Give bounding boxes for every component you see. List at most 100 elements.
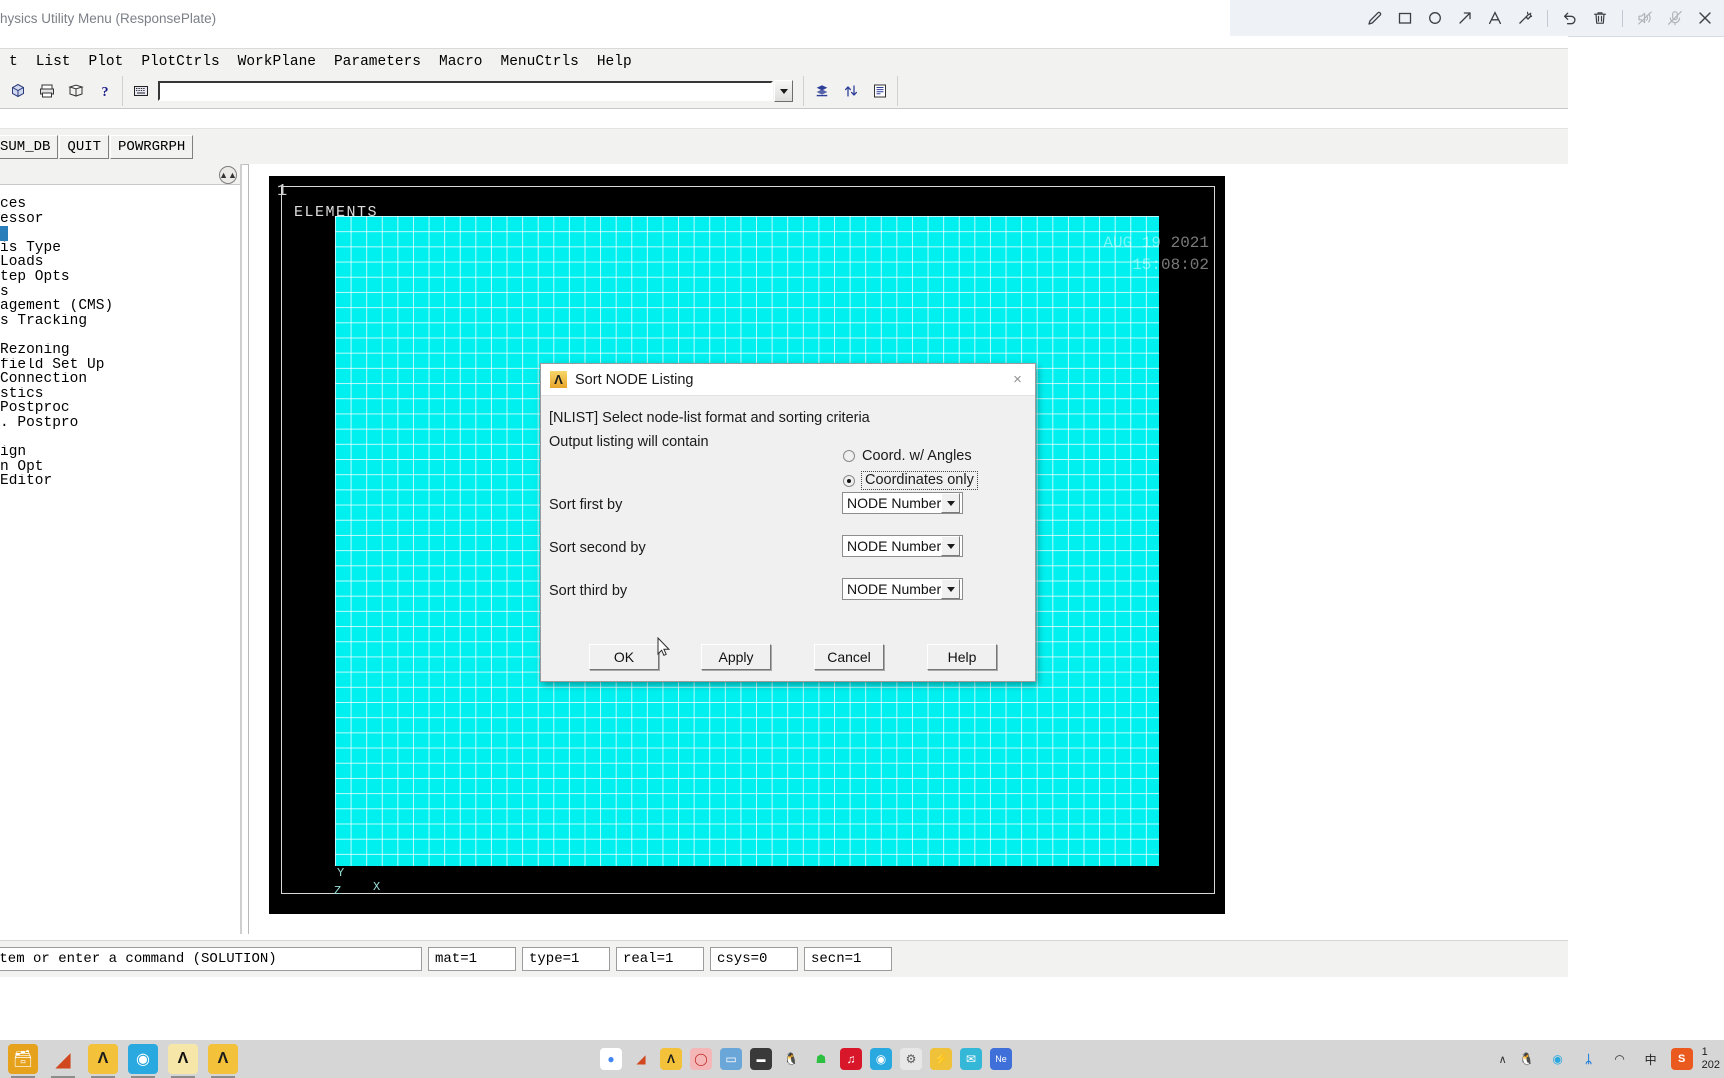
tree-item-4[interactable]: Loads [0, 255, 240, 270]
notes-icon[interactable]: Ne [990, 1048, 1012, 1070]
radio-coordinates-only[interactable]: Coordinates only [843, 471, 978, 490]
help-button[interactable]: Help [927, 644, 997, 670]
tree-item-11[interactable]: field Set Up [0, 358, 240, 373]
menu-item-plotctrls[interactable]: PlotCtrls [132, 54, 228, 70]
chevron-down-icon[interactable] [941, 579, 960, 599]
undo-icon[interactable] [1557, 5, 1583, 31]
potplayer-icon[interactable]: ◉ [128, 1044, 158, 1078]
menu-item-0[interactable]: t [0, 54, 27, 70]
tree-item-0[interactable]: ces [0, 197, 240, 212]
thunder-icon[interactable]: ⚡ [930, 1048, 952, 1070]
taskbar-clock[interactable]: 1 202 [1702, 1046, 1720, 1072]
abbr-button-powrgrph[interactable]: POWRGRPH [110, 134, 194, 159]
magic-wand-icon[interactable] [1512, 5, 1538, 31]
apply-button[interactable]: Apply [701, 644, 771, 670]
radio-coordinates-only-button[interactable] [843, 474, 855, 487]
speaker-mute-icon[interactable] [1632, 5, 1658, 31]
bluetooth-icon[interactable]: ᛦ [1578, 1048, 1600, 1070]
menu-item-workplane[interactable]: WorkPlane [229, 54, 325, 70]
qq-icon[interactable]: 🐧 [780, 1048, 802, 1070]
ansys-icon[interactable]: Λ [660, 1048, 682, 1070]
matlab-icon[interactable]: ◢ [630, 1048, 652, 1070]
report-generator-icon[interactable] [62, 77, 89, 105]
potplayer-icon[interactable]: ◉ [870, 1048, 892, 1070]
wifi-icon[interactable]: ◠ [1609, 1048, 1631, 1070]
plot-number: 1 [277, 182, 288, 201]
tree-item-15[interactable]: . Postpro [0, 416, 240, 431]
radio-coord-with-angles-button[interactable] [843, 450, 855, 462]
netease-music-icon[interactable]: ♫ [840, 1048, 862, 1070]
sort-first-by-value: NODE Number [847, 495, 942, 511]
tree-item-10[interactable]: Rezoning [0, 343, 240, 358]
microphone-mute-icon[interactable] [1662, 5, 1688, 31]
ime-icon[interactable]: 中 [1640, 1048, 1662, 1070]
contact-manager-icon[interactable] [866, 77, 893, 105]
menu-item-menuctrls[interactable]: MenuCtrls [492, 54, 588, 70]
help-icon[interactable]: ? [91, 77, 118, 105]
chrome-icon[interactable]: ● [600, 1048, 622, 1070]
arrow-icon[interactable] [1452, 5, 1478, 31]
screenshot-tool-icon[interactable]: ◯ [690, 1048, 712, 1070]
collapse-dock-icon[interactable]: ▲▲ [219, 166, 237, 184]
ok-button[interactable]: OK [589, 644, 659, 670]
terminal-icon[interactable]: ▬ [750, 1048, 772, 1070]
print-icon[interactable] [33, 77, 60, 105]
tree-item-3[interactable]: is Type [0, 241, 240, 256]
command-input-icon[interactable] [127, 77, 154, 105]
reset-picking-icon[interactable] [837, 77, 864, 105]
command-input[interactable] [158, 81, 773, 101]
abbr-button-quit[interactable]: QUIT [59, 134, 110, 159]
ellipse-icon[interactable] [1422, 5, 1448, 31]
wechat-icon[interactable]: ☗ [810, 1048, 832, 1070]
close-icon[interactable] [1692, 5, 1718, 31]
sort-third-by-select[interactable]: NODE Number [842, 578, 963, 600]
menu-item-parameters[interactable]: Parameters [325, 54, 430, 70]
tray-expand-icon[interactable]: ∧ [1499, 1053, 1507, 1066]
rectangle-icon[interactable] [1392, 5, 1418, 31]
new-analysis-icon[interactable] [4, 77, 31, 105]
abbr-button-sum-db[interactable]: SUM_DB [0, 134, 59, 159]
menu-item-help[interactable]: Help [588, 54, 641, 70]
tree-item-1[interactable]: essor [0, 212, 240, 227]
menu-item-macro[interactable]: Macro [430, 54, 492, 70]
text-icon[interactable] [1482, 5, 1508, 31]
potplayer-tray-icon[interactable]: ◉ [1547, 1048, 1569, 1070]
menu-item-list[interactable]: List [27, 54, 80, 70]
tree-item-14[interactable]: Postproc [0, 401, 240, 416]
ansys-product-launcher-icon[interactable]: Λ [208, 1044, 238, 1078]
tree-item-8[interactable]: s Tracking [0, 314, 240, 329]
command-history-dropdown-icon[interactable] [774, 80, 793, 102]
tree-item-selected[interactable] [0, 226, 8, 241]
tree-item-17[interactable]: ign [0, 445, 240, 460]
chevron-down-icon[interactable] [941, 493, 960, 513]
tree-item-19[interactable]: Editor [0, 474, 240, 489]
remote-desktop-icon[interactable]: ▭ [720, 1048, 742, 1070]
pen-icon[interactable] [1362, 5, 1388, 31]
radio-coord-with-angles[interactable]: Coord. w/ Angles [843, 448, 972, 464]
tree-item-12[interactable]: Connection [0, 372, 240, 387]
tree-item-7[interactable]: agement (CMS) [0, 299, 240, 314]
main-menu-tree: ces essor is Type Loads tep Opts s ageme… [0, 185, 240, 489]
settings-icon[interactable]: ⚙ [900, 1048, 922, 1070]
sogou-input-icon[interactable]: S [1670, 1048, 1693, 1070]
matlab-icon[interactable]: ◢ [48, 1044, 78, 1078]
chevron-down-icon[interactable] [941, 536, 960, 556]
foxmail-icon[interactable]: ✉ [960, 1048, 982, 1070]
dialog-close-icon[interactable]: × [1008, 370, 1027, 389]
dialog-title-bar[interactable]: Λ Sort NODE Listing × [541, 364, 1035, 396]
raise-hidden-icon[interactable] [808, 77, 835, 105]
qq-tray-icon[interactable]: 🐧 [1516, 1048, 1538, 1070]
menu-item-plot[interactable]: Plot [80, 54, 133, 70]
sort-first-by-select[interactable]: NODE Number [842, 492, 963, 514]
file-explorer-icon[interactable]: 🗃 [8, 1044, 38, 1078]
sort-second-by-select[interactable]: NODE Number [842, 535, 963, 557]
cancel-button[interactable]: Cancel [814, 644, 884, 670]
tree-item-5[interactable]: tep Opts [0, 270, 240, 285]
ansys-mechanical-apdl-icon[interactable]: Λ [88, 1044, 118, 1078]
tree-item-13[interactable]: stics [0, 387, 240, 402]
tree-item-6[interactable]: s [0, 285, 240, 300]
output-listing-label: Output listing will contain [549, 434, 709, 450]
trash-icon[interactable] [1587, 5, 1613, 31]
ansys-workbench-icon[interactable]: Λ [168, 1044, 198, 1078]
tree-item-18[interactable]: n Opt [0, 460, 240, 475]
